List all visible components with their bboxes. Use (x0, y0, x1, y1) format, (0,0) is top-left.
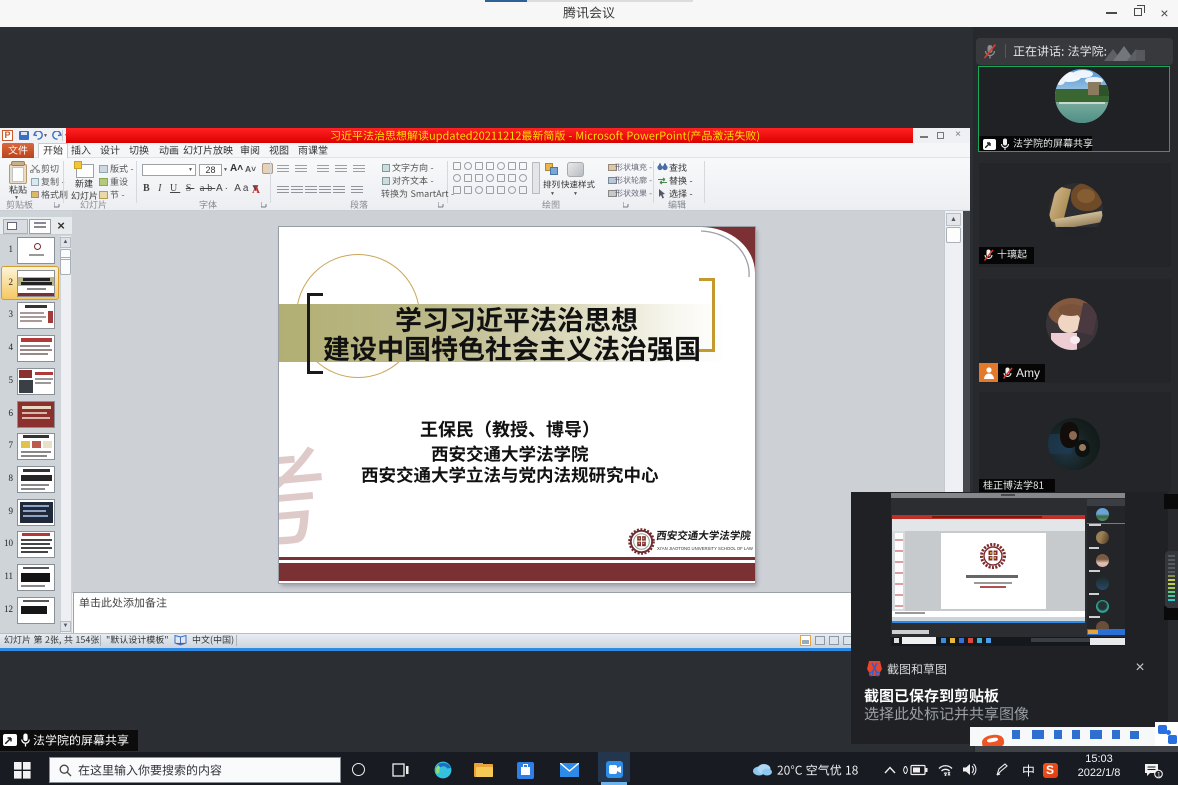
svg-text:1: 1 (1157, 772, 1161, 779)
